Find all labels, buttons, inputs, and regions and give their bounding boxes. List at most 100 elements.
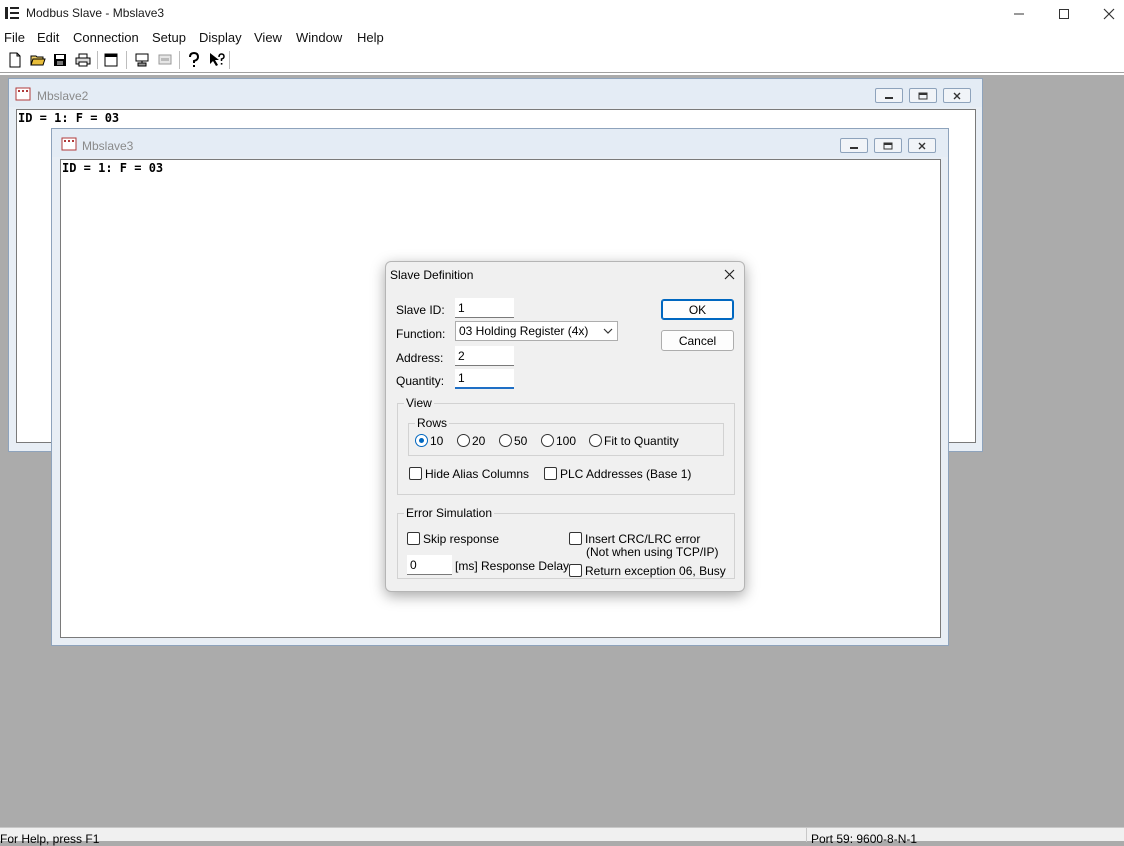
disconnect-icon xyxy=(158,54,172,65)
mbslave3-id-line: ID = 1: F = 03 xyxy=(62,161,164,175)
rows-50-label: 50 xyxy=(514,434,528,448)
insert-crc-note: (Not when using TCP/IP) xyxy=(586,545,719,559)
rows-fit-label: Fit to Quantity xyxy=(604,434,679,448)
mbslave2-maximize-button[interactable] xyxy=(909,88,937,103)
app-title: Modbus Slave - Mbslave3 xyxy=(26,6,165,20)
mbslave2-close-button[interactable] xyxy=(943,88,971,103)
help-button[interactable] xyxy=(185,51,203,69)
menu-view[interactable]: View xyxy=(254,30,282,45)
close-icon xyxy=(953,92,961,99)
menu-connection[interactable]: Connection xyxy=(73,30,139,45)
address-label: Address: xyxy=(396,351,444,365)
quantity-input[interactable] xyxy=(455,369,514,389)
mbslave2-title-bar[interactable]: Mbslave2 xyxy=(9,79,982,107)
return-exception-label: Return exception 06, Busy xyxy=(585,564,726,578)
hide-alias-checkbox[interactable] xyxy=(409,467,422,480)
error-simulation-title: Error Simulation xyxy=(404,506,495,520)
dialog-title: Slave Definition xyxy=(390,268,474,282)
function-label: Function: xyxy=(396,327,446,341)
context-help-icon xyxy=(210,53,225,66)
function-select[interactable]: 03 Holding Register (4x) xyxy=(455,321,618,341)
maximize-button[interactable] xyxy=(1041,0,1087,28)
cancel-button[interactable]: Cancel xyxy=(661,330,734,351)
rows-100-label: 100 xyxy=(556,434,577,448)
mbslave2-minimize-button[interactable] xyxy=(875,88,903,103)
toolbar-separator xyxy=(229,51,230,69)
close-button[interactable] xyxy=(1086,0,1124,28)
menu-edit[interactable]: Edit xyxy=(37,30,59,45)
address-input[interactable] xyxy=(455,346,514,366)
status-bar: For Help, press F1 Port 59: 9600-8-N-1 xyxy=(0,827,1124,846)
skip-response-checkbox[interactable] xyxy=(407,532,420,545)
function-select-value: 03 Holding Register (4x) xyxy=(459,324,589,338)
plc-addresses-checkbox[interactable] xyxy=(544,467,557,480)
rows-20-label: 20 xyxy=(472,434,486,448)
rows-10-label: 10 xyxy=(430,434,444,448)
toolbar-separator xyxy=(97,51,98,69)
return-exception-checkbox[interactable] xyxy=(569,564,582,577)
document-icon xyxy=(15,87,31,101)
window-icon xyxy=(104,53,118,67)
save-button[interactable] xyxy=(51,51,69,69)
close-icon xyxy=(724,269,734,279)
close-icon xyxy=(1103,8,1115,20)
context-help-button[interactable] xyxy=(208,51,226,69)
response-delay-input[interactable] xyxy=(407,555,452,575)
rows-100-radio[interactable] xyxy=(541,434,554,447)
rows-group: Rows 10 20 50 100 Fit to Quantity xyxy=(408,416,724,456)
quantity-label: Quantity: xyxy=(396,374,445,388)
maximize-icon xyxy=(918,92,928,99)
ok-button[interactable]: OK xyxy=(661,299,734,320)
document-icon xyxy=(61,137,77,151)
mbslave3-close-button[interactable] xyxy=(908,138,936,153)
menu-file[interactable]: File xyxy=(4,30,25,45)
skip-response-label: Skip response xyxy=(423,532,500,546)
menu-display[interactable]: Display xyxy=(199,30,242,45)
minimize-icon xyxy=(850,146,858,149)
mbslave3-minimize-button[interactable] xyxy=(840,138,868,153)
slave-id-label: Slave ID: xyxy=(396,303,445,317)
mbslave2-title: Mbslave2 xyxy=(37,89,89,103)
connect-button[interactable] xyxy=(133,51,151,69)
mbslave2-id-line: ID = 1: F = 03 xyxy=(18,111,120,125)
menu-setup[interactable]: Setup xyxy=(152,30,186,45)
menu-window[interactable]: Window xyxy=(296,30,342,45)
disconnect-button[interactable] xyxy=(156,51,174,69)
dialog-close-button[interactable] xyxy=(720,266,738,282)
toolbar xyxy=(0,48,1124,73)
save-icon xyxy=(54,54,66,66)
open-button[interactable] xyxy=(29,51,47,69)
status-port-text: Port 59: 9600-8-N-1 xyxy=(811,832,918,846)
toolbar-separator xyxy=(179,51,180,69)
insert-crc-checkbox[interactable] xyxy=(569,532,582,545)
mbslave3-maximize-button[interactable] xyxy=(874,138,902,153)
minimize-button[interactable] xyxy=(996,0,1042,28)
insert-crc-label: Insert CRC/LRC error xyxy=(585,532,701,546)
rows-10-radio[interactable] xyxy=(415,434,428,447)
mbslave3-title-bar[interactable]: Mbslave3 xyxy=(52,129,948,157)
rows-20-radio[interactable] xyxy=(457,434,470,447)
rows-group-title: Rows xyxy=(415,416,450,430)
open-folder-icon xyxy=(30,55,46,66)
slave-definition-dialog[interactable]: Slave Definition Slave ID: Function: 03 … xyxy=(385,261,745,592)
print-icon xyxy=(75,53,91,67)
menu-bar: File Edit Connection Setup Display View … xyxy=(0,28,1124,48)
menu-help[interactable]: Help xyxy=(357,30,384,45)
main-title-bar: Modbus Slave - Mbslave3 xyxy=(0,0,1124,28)
rows-fit-radio[interactable] xyxy=(589,434,602,447)
new-document-icon xyxy=(9,52,21,68)
print-button[interactable] xyxy=(74,51,92,69)
mbslave3-title: Mbslave3 xyxy=(82,139,134,153)
chevron-down-icon xyxy=(603,328,613,334)
view-group: View Rows 10 20 50 100 Fit to Quantity H… xyxy=(397,396,735,495)
status-help-text: For Help, press F1 xyxy=(0,832,100,846)
app-icon xyxy=(5,7,19,19)
help-icon xyxy=(189,52,200,67)
window-button[interactable] xyxy=(102,51,120,69)
status-port-pane: Port 59: 9600-8-N-1 xyxy=(806,828,1118,846)
slave-id-input[interactable] xyxy=(455,298,514,318)
minimize-icon xyxy=(1014,13,1024,15)
rows-50-radio[interactable] xyxy=(499,434,512,447)
maximize-icon xyxy=(883,142,893,149)
new-button[interactable] xyxy=(6,51,24,69)
